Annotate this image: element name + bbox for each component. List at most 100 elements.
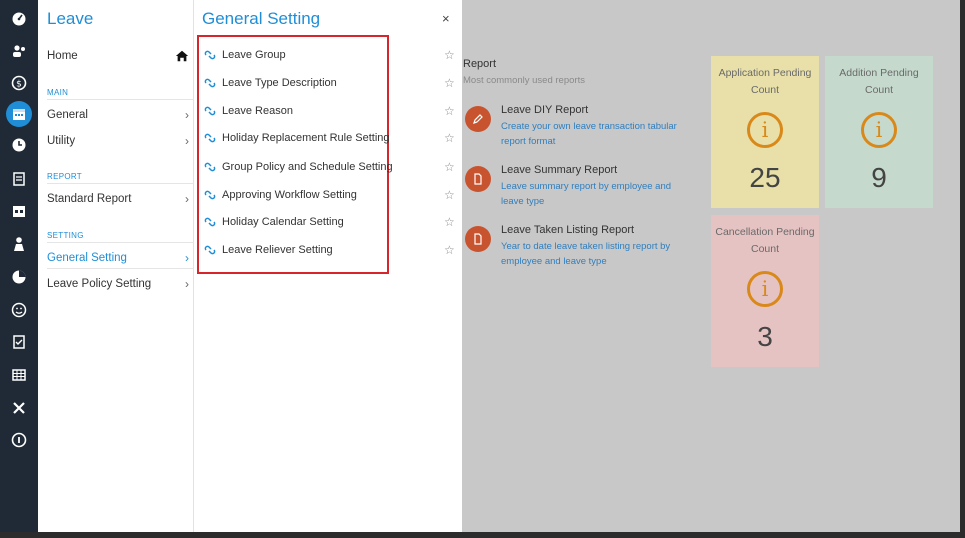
- divider: [47, 242, 194, 243]
- person-icon[interactable]: [7, 232, 31, 256]
- star-icon[interactable]: ☆: [444, 215, 456, 229]
- card-title: Cancellation Pending Count: [715, 226, 815, 255]
- menu-item-utility[interactable]: Utility ›: [47, 131, 189, 151]
- link-icon: [204, 106, 216, 116]
- card-title: Application Pending Count: [718, 67, 812, 96]
- chevron-right-icon: ›: [185, 108, 189, 122]
- report-desc[interactable]: Year to date leave taken listing report …: [501, 239, 691, 269]
- setting-item-holiday-calendar[interactable]: Holiday Calendar Setting ☆: [204, 212, 456, 232]
- link-icon: [204, 162, 216, 172]
- section-report: REPORT: [47, 172, 82, 181]
- window-edge: [960, 0, 965, 532]
- setting-item-label: Group Policy and Schedule Setting: [222, 161, 393, 173]
- link-icon: [204, 50, 216, 60]
- link-icon: [204, 133, 216, 143]
- users-icon[interactable]: [7, 39, 31, 63]
- setting-item-label: Leave Reason: [222, 105, 293, 117]
- section-main: MAIN: [47, 88, 69, 97]
- menu-item-label: General: [47, 109, 88, 121]
- chevron-right-icon: ›: [185, 277, 189, 291]
- app-icon-rail: $: [0, 0, 38, 538]
- file-icon: [465, 226, 491, 252]
- report-desc[interactable]: Leave summary report by employee and lea…: [501, 179, 691, 209]
- setting-item-holiday-replacement-rule[interactable]: Holiday Replacement Rule Setting ☆: [204, 128, 456, 148]
- leave-menu-panel: Leave Home MAIN General › Utility › REPO…: [38, 0, 194, 532]
- tools-icon[interactable]: [7, 396, 31, 420]
- menu-item-standard-report[interactable]: Standard Report ›: [47, 189, 189, 209]
- pencil-icon: [465, 106, 491, 132]
- setting-item-label: Holiday Replacement Rule Setting: [222, 132, 390, 144]
- file-icon: [465, 166, 491, 192]
- setting-item-leave-reliever[interactable]: Leave Reliever Setting ☆: [204, 240, 456, 260]
- setting-item-label: Approving Workflow Setting: [222, 189, 357, 201]
- divider: [47, 183, 194, 184]
- menu-item-label: Utility: [47, 135, 76, 147]
- divider: [47, 99, 194, 100]
- star-icon[interactable]: ☆: [444, 188, 456, 202]
- smile-icon[interactable]: [7, 298, 31, 322]
- general-setting-panel: General Setting × Leave Group ☆ Leave Ty…: [194, 0, 462, 532]
- payroll-icon[interactable]: $: [7, 71, 31, 95]
- star-icon[interactable]: ☆: [444, 131, 456, 145]
- chevron-right-icon: ›: [185, 192, 189, 206]
- clock-icon[interactable]: [7, 133, 31, 157]
- dashboard-icon[interactable]: [7, 6, 31, 30]
- menu-item-leave-policy-setting[interactable]: Leave Policy Setting ›: [47, 274, 189, 294]
- star-icon[interactable]: ☆: [444, 76, 456, 90]
- report-section-subtitle: Most commonly used reports: [463, 75, 585, 86]
- star-icon[interactable]: ☆: [444, 104, 456, 118]
- setting-item-leave-type-description[interactable]: Leave Type Description ☆: [204, 73, 456, 93]
- link-icon: [204, 217, 216, 227]
- setting-item-leave-group[interactable]: Leave Group ☆: [204, 45, 456, 65]
- bottom-bar: [0, 532, 965, 538]
- chevron-right-icon: ›: [185, 251, 189, 265]
- menu-item-label: General Setting: [47, 252, 127, 264]
- application-pending-card[interactable]: Application Pending Count i 25: [711, 56, 819, 208]
- schedule-icon[interactable]: [7, 199, 31, 223]
- star-icon[interactable]: ☆: [444, 160, 456, 174]
- link-icon: [204, 78, 216, 88]
- menu-item-label: Leave Policy Setting: [47, 278, 152, 290]
- setting-item-group-policy-schedule[interactable]: Group Policy and Schedule Setting ☆: [204, 157, 456, 177]
- home-icon: [175, 50, 189, 62]
- card-value: 9: [871, 162, 887, 193]
- menu-item-general[interactable]: General ›: [47, 105, 189, 125]
- info-icon: i: [747, 112, 783, 148]
- dashboard-overlay: Report Most commonly used reports Leave …: [462, 0, 960, 532]
- cancellation-pending-card[interactable]: Cancellation Pending Count i 3: [711, 215, 819, 367]
- panel-title: General Setting: [202, 9, 321, 28]
- star-icon[interactable]: ☆: [444, 48, 456, 62]
- report-name: Leave Summary Report: [501, 164, 618, 176]
- setting-item-label: Leave Type Description: [222, 77, 337, 89]
- setting-item-leave-reason[interactable]: Leave Reason ☆: [204, 101, 456, 121]
- svg-text:$: $: [16, 80, 22, 90]
- info-icon[interactable]: [7, 428, 31, 452]
- link-icon: [204, 190, 216, 200]
- setting-item-approving-workflow[interactable]: Approving Workflow Setting ☆: [204, 185, 456, 205]
- setting-item-label: Leave Reliever Setting: [222, 244, 333, 256]
- report-desc[interactable]: Create your own leave transaction tabula…: [501, 119, 691, 149]
- calendar-icon[interactable]: [6, 101, 32, 127]
- link-icon: [204, 245, 216, 255]
- report-name: Leave Taken Listing Report: [501, 224, 635, 236]
- addition-pending-card[interactable]: Addition Pending Count i 9: [825, 56, 933, 208]
- checklist-icon[interactable]: [7, 330, 31, 354]
- card-title: Addition Pending Count: [839, 67, 919, 96]
- card-value: 3: [757, 321, 773, 352]
- highlight-box: [197, 35, 389, 274]
- divider: [47, 268, 194, 269]
- menu-item-label: Standard Report: [47, 193, 132, 205]
- star-icon[interactable]: ☆: [444, 243, 456, 257]
- info-icon: i: [747, 271, 783, 307]
- menu-item-home[interactable]: Home: [47, 46, 189, 66]
- chevron-right-icon: ›: [185, 134, 189, 148]
- setting-item-label: Holiday Calendar Setting: [222, 216, 344, 228]
- table-icon[interactable]: [7, 363, 31, 387]
- menu-title: Leave: [47, 9, 94, 28]
- pie-chart-icon[interactable]: [7, 265, 31, 289]
- close-icon[interactable]: ×: [442, 11, 450, 26]
- menu-item-general-setting[interactable]: General Setting ›: [47, 248, 189, 268]
- document-icon[interactable]: [7, 167, 31, 191]
- setting-item-label: Leave Group: [222, 49, 286, 61]
- report-section-title: Report: [463, 58, 497, 70]
